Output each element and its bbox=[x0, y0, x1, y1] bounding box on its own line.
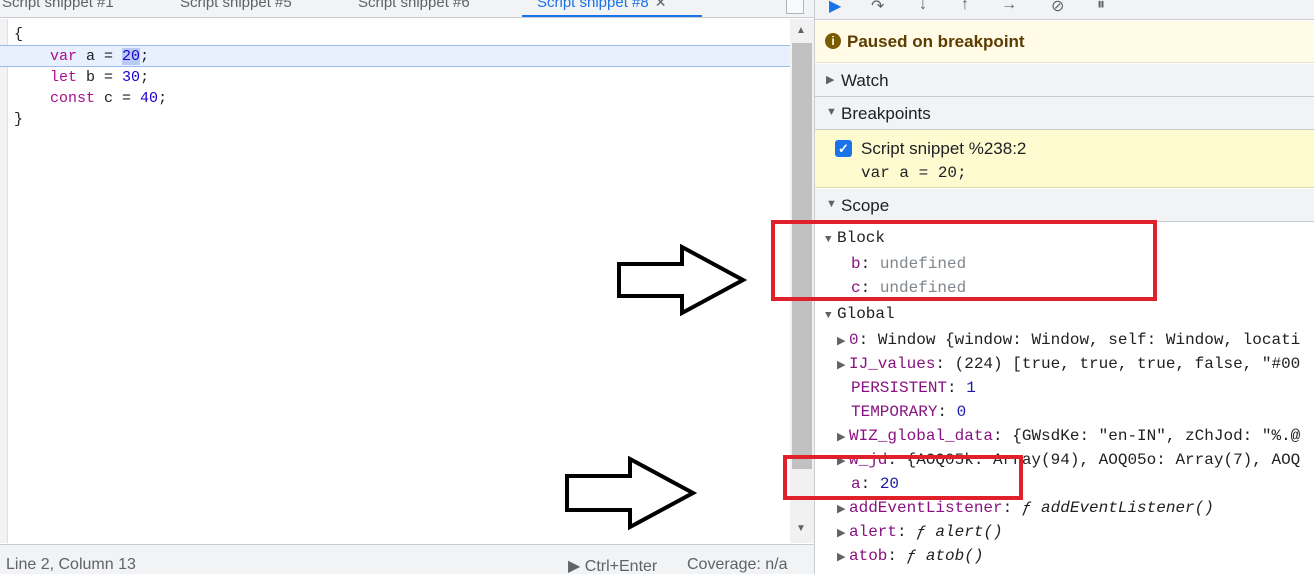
code-line-current[interactable]: var a = 20; bbox=[0, 45, 790, 67]
tab-script-snippet-1[interactable]: Script snippet #1 bbox=[2, 0, 114, 16]
collapse-triangle-icon: ▼ bbox=[826, 198, 837, 210]
scope-property-0[interactable]: ▶ 0: Window {window: Window, self: Window… bbox=[837, 328, 1300, 352]
coverage-status: Coverage: n/a bbox=[687, 556, 788, 573]
annotation-highlight-block-scope bbox=[771, 220, 1157, 301]
toggle-sidebar-button[interactable] bbox=[786, 0, 804, 14]
scope-section-header[interactable]: ▼ Scope bbox=[815, 189, 1314, 222]
annotation-arrow-icon bbox=[617, 244, 748, 316]
annotation-highlight-global-a bbox=[783, 455, 1023, 500]
annotation-arrow-icon bbox=[565, 456, 698, 530]
editor-status-bar: Line 2, Column 13 ▶ Ctrl+Enter Coverage:… bbox=[0, 544, 814, 574]
pause-on-exceptions-icon[interactable]: ⏸ bbox=[1097, 0, 1105, 14]
scroll-up-icon[interactable]: ▲ bbox=[796, 25, 806, 36]
step-icon[interactable]: → bbox=[1001, 0, 1017, 14]
code-line[interactable]: const c = 40; bbox=[8, 88, 790, 109]
expand-triangle-icon: ▶ bbox=[837, 336, 846, 348]
expand-triangle-icon: ▶ bbox=[837, 528, 846, 540]
watch-section-header[interactable]: ▶ Watch bbox=[815, 64, 1314, 97]
step-into-icon[interactable]: ↓ bbox=[919, 0, 927, 14]
active-tab-indicator bbox=[522, 15, 702, 17]
expand-triangle-icon: ▶ bbox=[837, 360, 846, 372]
code-line[interactable]: let b = 30; bbox=[8, 67, 790, 88]
code-line[interactable]: } bbox=[8, 109, 790, 130]
editor-tab-bar: Script snippet #1 Script snippet #5 Scri… bbox=[0, 0, 814, 18]
resume-icon[interactable]: ▶ bbox=[829, 0, 841, 16]
expand-triangle-icon: ▶ bbox=[837, 552, 846, 564]
collapse-triangle-icon: ▼ bbox=[826, 106, 837, 118]
step-out-icon[interactable]: ↑ bbox=[961, 0, 969, 14]
scope-property-ij-values[interactable]: ▶ IJ_values: (224) [true, true, true, fal… bbox=[837, 352, 1300, 376]
code-editor[interactable]: { var a = 20; let b = 30; const c = 40; … bbox=[0, 24, 790, 130]
play-icon: ▶ bbox=[568, 558, 581, 574]
debugger-toolbar: ▶ ↷ ↓ ↑ → ⊘ ⏸ bbox=[815, 0, 1314, 20]
breakpoint-location[interactable]: Script snippet %238:2 bbox=[861, 139, 1026, 159]
breakpoints-section-header[interactable]: ▼ Breakpoints bbox=[815, 97, 1314, 130]
expand-triangle-icon: ▶ bbox=[826, 74, 835, 86]
scroll-down-icon[interactable]: ▼ bbox=[796, 523, 806, 534]
scope-property-persistent[interactable]: PERSISTENT: 1 bbox=[851, 376, 976, 400]
scope-global-header[interactable]: ▼ Global bbox=[825, 302, 895, 326]
run-snippet-button[interactable]: ▶ Ctrl+Enter bbox=[568, 556, 657, 574]
scope-property-alert[interactable]: ▶ alert: ƒ alert() bbox=[837, 520, 1003, 544]
collapse-triangle-icon: ▼ bbox=[825, 310, 832, 322]
info-icon: i bbox=[825, 33, 841, 49]
close-tab-icon[interactable]: ✕ bbox=[655, 0, 667, 10]
scope-property-wiz-global-data[interactable]: ▶ WIZ_global_data: {GWsdKe: "en-IN", zChJ… bbox=[837, 424, 1300, 448]
tab-script-snippet-5[interactable]: Script snippet #5 bbox=[180, 0, 292, 16]
expand-triangle-icon: ▶ bbox=[837, 504, 846, 516]
step-over-icon[interactable]: ↷ bbox=[871, 0, 884, 16]
scope-property-temporary[interactable]: TEMPORARY: 0 bbox=[851, 400, 966, 424]
breakpoint-code: var a = 20; bbox=[861, 164, 967, 182]
paused-banner: i Paused on breakpoint bbox=[815, 21, 1314, 63]
breakpoint-checkbox[interactable]: ✓ bbox=[835, 140, 852, 157]
expand-triangle-icon: ▶ bbox=[837, 432, 846, 444]
code-line[interactable]: { bbox=[8, 24, 790, 45]
cursor-position: Line 2, Column 13 bbox=[6, 556, 136, 573]
tab-script-snippet-6[interactable]: Script snippet #6 bbox=[358, 0, 470, 16]
line-number-gutter[interactable] bbox=[0, 19, 8, 543]
breakpoint-item[interactable]: ✓ Script snippet %238:2 var a = 20; bbox=[815, 130, 1314, 188]
tab-script-snippet-8[interactable]: Script snippet #8 ✕ bbox=[537, 0, 666, 16]
deactivate-breakpoints-icon[interactable]: ⊘ bbox=[1051, 0, 1064, 16]
scope-property-atob[interactable]: ▶ atob: ƒ atob() bbox=[837, 544, 983, 568]
